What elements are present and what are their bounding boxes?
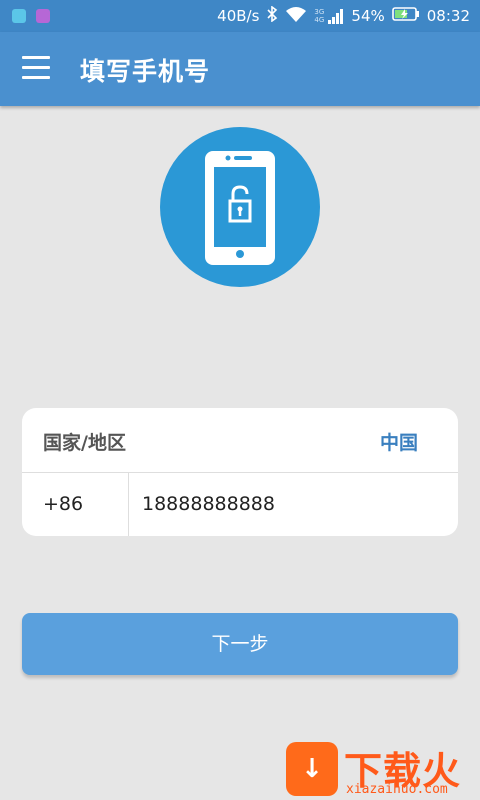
cloud-notification-icon [12, 9, 26, 23]
image-notification-icon [36, 9, 50, 23]
country-row[interactable]: 国家/地区 中国 [22, 408, 458, 473]
clock: 08:32 [426, 7, 470, 25]
battery-charging-icon [391, 6, 420, 26]
net-speed: 40B/s [217, 7, 260, 25]
watermark: ↓ 下载火 xiazaihuo.com [282, 738, 480, 800]
signal-icon: 3G 4G [314, 8, 344, 24]
country-code: +86 [43, 493, 84, 515]
phone-unlock-icon [205, 151, 275, 265]
battery-percent: 54% [351, 7, 385, 25]
country-code-button[interactable]: +86 [22, 472, 129, 536]
phone-number-input[interactable] [130, 472, 442, 536]
bluetooth-icon [266, 5, 278, 26]
menu-icon[interactable] [22, 56, 50, 82]
country-label: 国家/地区 [43, 432, 126, 454]
phone-unlock-illustration [160, 127, 320, 287]
next-button[interactable]: 下一步 [22, 613, 458, 675]
network-type-badge: 3G 4G [314, 8, 325, 24]
status-bar: 40B/s 3G 4G 54% 08:32 [0, 0, 480, 32]
page-title: 填写手机号 [80, 57, 211, 86]
status-indicators: 40B/s 3G 4G 54% 08:32 [217, 0, 470, 32]
phone-row: +86 [22, 472, 458, 536]
country-value[interactable]: 中国 [380, 428, 418, 455]
phone-form: 国家/地区 中国 +86 [22, 408, 458, 536]
app-bar: 填写手机号 [0, 32, 480, 106]
watermark-url: xiazaihuo.com [346, 782, 448, 797]
wifi-icon [285, 6, 307, 26]
watermark-logo-icon: ↓ [286, 742, 338, 796]
